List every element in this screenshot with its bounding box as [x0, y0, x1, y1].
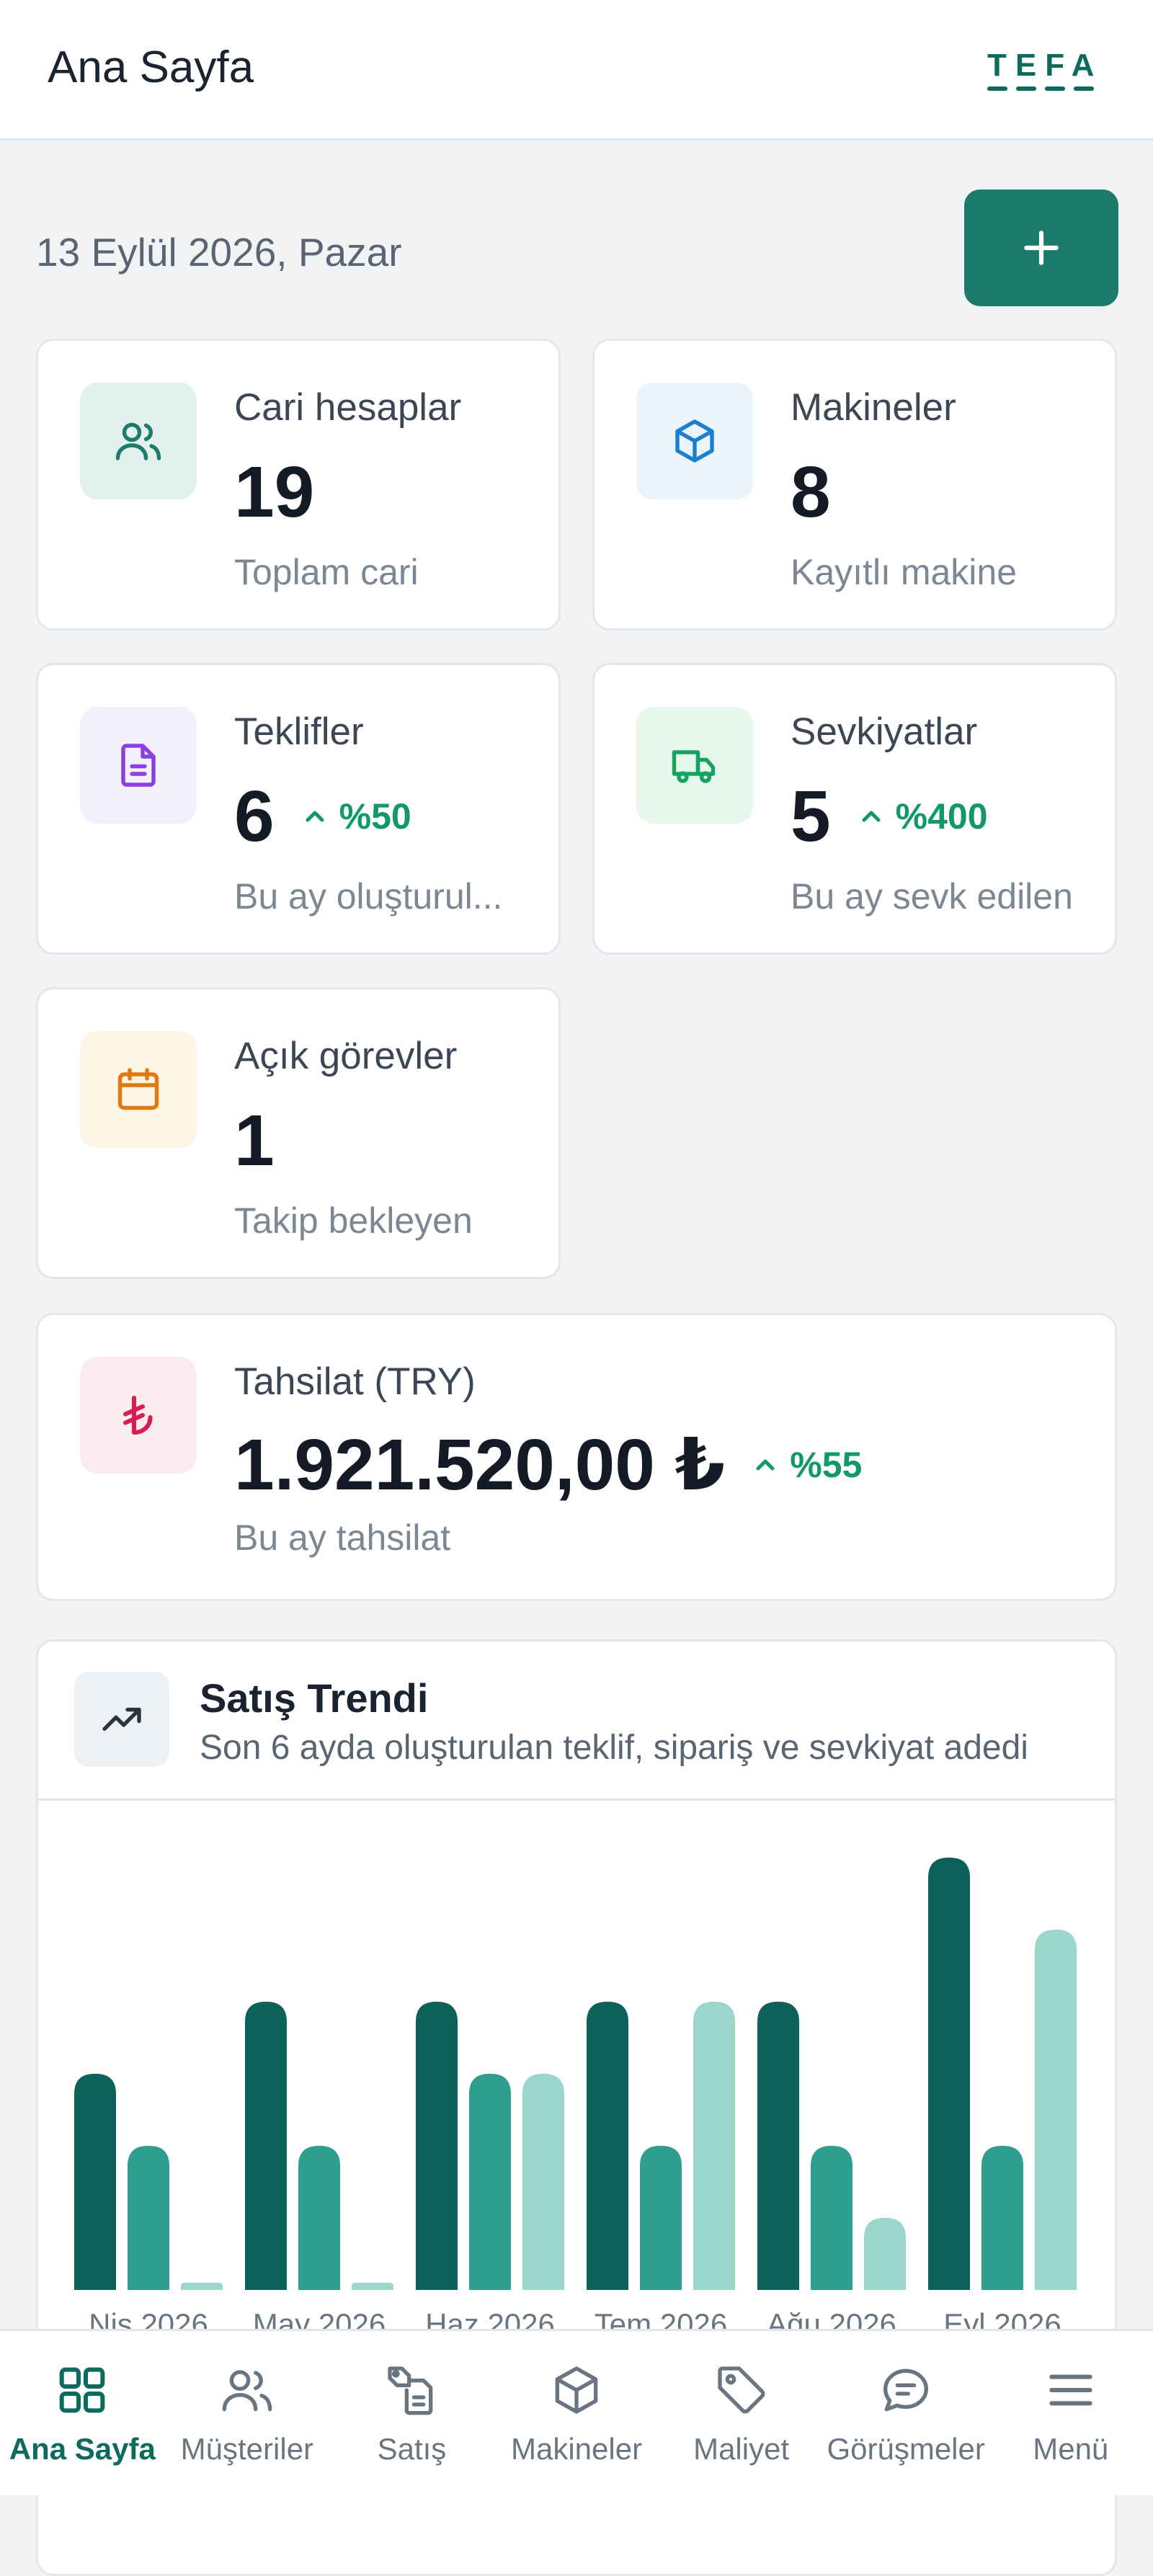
bar-1-2[interactable] [352, 2283, 393, 2290]
current-date: 13 Eylül 2026, Pazar [36, 230, 402, 275]
bar-3-2[interactable] [693, 2002, 735, 2290]
bottom-nav: Ana Sayfa Müşteriler Satış Makineler Mal… [0, 2329, 1153, 2495]
document-icon [80, 707, 197, 824]
grid-icon [59, 2367, 105, 2413]
nav-item-maliyet[interactable]: Maliyet [659, 2331, 824, 2495]
stat-value: 19 [234, 452, 315, 532]
stat-label: Açık görevler [234, 1035, 458, 1077]
price-tag-icon [717, 2366, 765, 2414]
stat-sub: Bu ay oluşturul... [234, 876, 503, 917]
bar-3-1[interactable] [640, 2146, 682, 2290]
truck-icon [636, 707, 753, 824]
stat-label: Makineler [791, 386, 956, 429]
stat-card-teklifler[interactable]: Teklifler 6 %50 Bu ay oluşturul... [36, 663, 561, 955]
stat-sub: Kayıtlı makine [791, 552, 1018, 592]
hamburger-icon [1049, 2374, 1092, 2406]
trend-value: %55 [790, 1445, 863, 1485]
stat-label: Tahsilat (TRY) [234, 1360, 476, 1403]
users-icon [222, 2370, 272, 2412]
bar-5-1[interactable] [981, 2146, 1023, 2290]
sales-tag-document-icon [388, 2366, 433, 2415]
logo-text: TEFA [987, 48, 1103, 83]
trend-indicator: %55 [751, 1444, 862, 1486]
bar-0-2[interactable] [181, 2283, 223, 2290]
stat-label: Teklifler [234, 710, 364, 753]
box-icon [636, 383, 753, 499]
nav-item-ana-sayfa[interactable]: Ana Sayfa [0, 2331, 165, 2495]
nav-item-gorusmeler[interactable]: Görüşmeler [824, 2331, 989, 2495]
bar-5-2[interactable] [1035, 1930, 1077, 2290]
stat-card-cari[interactable]: Cari hesaplar 19 Toplam cari [36, 339, 561, 630]
tefa-logo[interactable]: TEFA [987, 48, 1106, 92]
bar-3-0[interactable] [587, 2002, 628, 2290]
bar-2-1[interactable] [469, 2074, 511, 2290]
bar-1-1[interactable] [298, 2146, 340, 2290]
nav-label: Menü [1033, 2432, 1109, 2466]
stat-value: 5 [791, 776, 831, 857]
app-header: Ana Sayfa TEFA [0, 0, 1153, 141]
nav-item-satis[interactable]: Satış [329, 2331, 494, 2495]
stat-card-gorevler[interactable]: Açık görevler 1 Takip bekleyen [36, 987, 561, 1279]
bar-2-2[interactable] [522, 2074, 564, 2290]
nav-label: Görüşmeler [827, 2432, 985, 2466]
stat-sub: Bu ay tahsilat [234, 1517, 451, 1558]
stat-label: Sevkiyatlar [791, 710, 978, 753]
bar-4-1[interactable] [811, 2146, 852, 2290]
stat-sub: Bu ay sevk edilen [791, 876, 1073, 917]
nav-item-musteriler[interactable]: Müşteriler [165, 2331, 330, 2495]
stat-label: Cari hesaplar [234, 386, 462, 429]
stat-sub: Takip bekleyen [234, 1200, 473, 1241]
trend-indicator: %50 [301, 795, 411, 837]
nav-item-menu[interactable]: Menü [988, 2331, 1153, 2495]
nav-item-makineler[interactable]: Makineler [494, 2331, 659, 2495]
stat-card-tahsilat[interactable]: Tahsilat (TRY) 1.921.520,00 ₺ %55 Bu ay … [36, 1313, 1117, 1601]
nav-label: Makineler [510, 2432, 643, 2466]
box-icon [555, 2366, 598, 2414]
chevron-up-icon [756, 1459, 775, 1471]
add-button[interactable] [964, 190, 1118, 306]
chat-icon [883, 2368, 929, 2412]
lira-icon [80, 1357, 197, 1474]
nav-label: Maliyet [693, 2432, 790, 2466]
page-title: Ana Sayfa [48, 43, 254, 92]
calendar-icon [80, 1031, 197, 1148]
stat-value: 1.921.520,00 ₺ [234, 1425, 726, 1505]
logo-underline [987, 86, 1106, 91]
trend-value: %400 [895, 796, 988, 837]
stat-sub: Toplam cari [234, 552, 419, 592]
stat-value: 6 [234, 776, 275, 857]
bar-2-0[interactable] [416, 2002, 458, 2290]
plus-icon [1024, 231, 1059, 265]
bar-0-1[interactable] [128, 2146, 169, 2290]
bar-4-0[interactable] [757, 2002, 799, 2290]
users-icon [80, 383, 197, 499]
stat-value: 1 [234, 1100, 275, 1181]
chevron-up-icon [306, 811, 324, 822]
stat-value: 8 [791, 452, 831, 532]
trend-value: %50 [339, 796, 411, 837]
stat-card-makineler[interactable]: Makineler 8 Kayıtlı makine [592, 339, 1117, 630]
bar-5-0[interactable] [928, 1858, 970, 2290]
nav-label: Satış [377, 2432, 447, 2466]
nav-label: Müşteriler [180, 2432, 314, 2466]
bar-1-0[interactable] [245, 2002, 287, 2290]
bar-4-2[interactable] [864, 2218, 906, 2290]
chevron-up-icon [862, 811, 881, 822]
trend-indicator: %400 [857, 795, 988, 837]
nav-label: Ana Sayfa [9, 2432, 156, 2466]
stat-card-sevkiyatlar[interactable]: Sevkiyatlar 5 %400 Bu ay sevk edilen [592, 663, 1117, 955]
bar-0-0[interactable] [74, 2074, 116, 2290]
